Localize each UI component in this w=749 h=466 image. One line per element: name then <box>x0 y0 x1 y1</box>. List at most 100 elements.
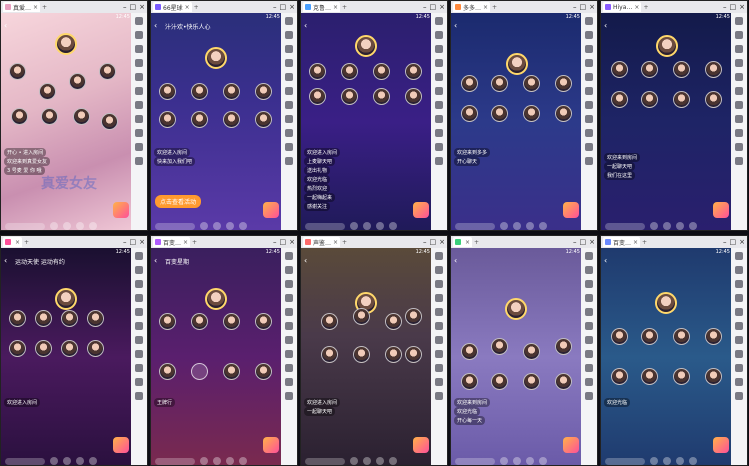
mic-seat-avatar[interactable] <box>405 346 422 363</box>
location-icon[interactable] <box>135 101 143 109</box>
close-tab-icon[interactable]: × <box>483 4 488 11</box>
screenshot-icon[interactable] <box>285 308 293 316</box>
volume-down-icon[interactable] <box>735 294 743 302</box>
more-icon[interactable] <box>585 115 593 123</box>
more-icon[interactable] <box>135 115 143 123</box>
host-avatar[interactable] <box>205 288 227 310</box>
emoji-icon[interactable] <box>513 457 521 465</box>
location-icon[interactable] <box>735 101 743 109</box>
mic-seat-avatar[interactable] <box>321 346 338 363</box>
rotate-icon[interactable] <box>135 322 143 330</box>
mic-seat-avatar[interactable] <box>61 310 78 327</box>
mic-seat-avatar[interactable] <box>309 63 326 80</box>
back-nav-icon[interactable] <box>735 129 743 137</box>
screenshot-icon[interactable] <box>135 73 143 81</box>
message-icon[interactable] <box>226 222 234 230</box>
chat-input[interactable] <box>605 222 645 230</box>
chat-input[interactable] <box>5 457 45 465</box>
emoji-icon[interactable] <box>363 457 371 465</box>
mic-seat-avatar[interactable] <box>223 363 240 380</box>
screenshot-icon[interactable] <box>435 73 443 81</box>
volume-down-icon[interactable] <box>435 294 443 302</box>
mic-seat-avatar[interactable] <box>159 83 176 100</box>
mic-seat-avatar[interactable] <box>87 340 104 357</box>
gift-icon[interactable] <box>713 437 729 453</box>
maximize-icon[interactable]: □ <box>430 3 437 11</box>
host-avatar[interactable] <box>655 292 677 314</box>
settings-icon[interactable] <box>585 17 593 25</box>
screenshot-icon[interactable] <box>585 73 593 81</box>
home-nav-icon[interactable] <box>135 143 143 151</box>
minimize-icon[interactable]: – <box>723 3 727 11</box>
mic-seat-avatar[interactable] <box>491 338 508 355</box>
mic-seat-avatar[interactable] <box>373 63 390 80</box>
chat-input[interactable] <box>605 457 645 465</box>
volume-down-icon[interactable] <box>285 294 293 302</box>
volume-down-icon[interactable] <box>585 294 593 302</box>
emoji-icon[interactable] <box>363 222 371 230</box>
mic-seat-avatar[interactable] <box>385 346 402 363</box>
mic-seat-avatar[interactable] <box>673 61 690 78</box>
close-tab-icon[interactable]: × <box>333 239 338 246</box>
mic-seat-avatar[interactable] <box>491 373 508 390</box>
mic-seat-avatar[interactable] <box>405 88 422 105</box>
host-avatar[interactable] <box>355 35 377 57</box>
gift-icon[interactable] <box>563 437 579 453</box>
close-tab-icon[interactable]: × <box>465 239 470 246</box>
more-icon[interactable] <box>389 457 397 465</box>
close-tab-icon[interactable]: × <box>634 4 639 11</box>
back-icon[interactable]: ‹ <box>454 21 457 30</box>
location-icon[interactable] <box>735 336 743 344</box>
more-icon[interactable] <box>689 222 697 230</box>
volume-down-icon[interactable] <box>135 294 143 302</box>
maximize-icon[interactable]: □ <box>130 3 137 11</box>
keyboard-icon[interactable] <box>285 266 293 274</box>
mic-seat-avatar[interactable] <box>385 313 402 330</box>
more-icon[interactable] <box>89 222 97 230</box>
home-nav-icon[interactable] <box>435 143 443 151</box>
more-icon[interactable] <box>435 115 443 123</box>
back-icon[interactable]: ‹ <box>604 256 607 265</box>
close-icon[interactable]: × <box>139 3 145 11</box>
keyboard-icon[interactable] <box>585 31 593 39</box>
mic-icon[interactable] <box>50 222 58 230</box>
chat-input[interactable] <box>455 222 495 230</box>
close-tab-icon[interactable]: × <box>333 4 338 11</box>
rotate-icon[interactable] <box>585 322 593 330</box>
mic-seat-avatar[interactable] <box>159 363 176 380</box>
rotate-icon[interactable] <box>285 87 293 95</box>
add-tab-button[interactable]: + <box>643 4 648 11</box>
close-icon[interactable]: × <box>439 3 445 11</box>
volume-up-icon[interactable] <box>435 45 443 53</box>
add-tab-button[interactable]: + <box>42 4 47 11</box>
mic-seat-avatar[interactable] <box>255 363 272 380</box>
gift-icon[interactable] <box>263 437 279 453</box>
volume-up-icon[interactable] <box>585 45 593 53</box>
recent-nav-icon[interactable] <box>285 392 293 400</box>
volume-down-icon[interactable] <box>435 59 443 67</box>
message-icon[interactable] <box>76 457 84 465</box>
emoji-icon[interactable] <box>663 222 671 230</box>
chat-input[interactable] <box>5 222 45 230</box>
maximize-icon[interactable]: □ <box>580 3 587 11</box>
close-icon[interactable]: × <box>589 238 595 246</box>
message-icon[interactable] <box>526 222 534 230</box>
app-tab[interactable]: Hiya… × <box>603 2 642 12</box>
more-icon[interactable] <box>539 222 547 230</box>
mic-icon[interactable] <box>350 457 358 465</box>
back-nav-icon[interactable] <box>585 364 593 372</box>
gift-icon[interactable] <box>113 202 129 218</box>
more-icon[interactable] <box>735 115 743 123</box>
emoji-icon[interactable] <box>213 222 221 230</box>
mic-seat-avatar[interactable] <box>555 338 572 355</box>
keyboard-icon[interactable] <box>735 31 743 39</box>
back-nav-icon[interactable] <box>135 129 143 137</box>
close-icon[interactable]: × <box>139 238 145 246</box>
add-tab-button[interactable]: + <box>342 4 347 11</box>
close-icon[interactable]: × <box>289 3 295 11</box>
volume-up-icon[interactable] <box>735 45 743 53</box>
mic-seat-avatar[interactable] <box>255 313 272 330</box>
mic-seat-avatar[interactable] <box>353 308 370 325</box>
close-tab-icon[interactable]: × <box>633 239 638 246</box>
mic-seat-avatar[interactable] <box>705 328 722 345</box>
